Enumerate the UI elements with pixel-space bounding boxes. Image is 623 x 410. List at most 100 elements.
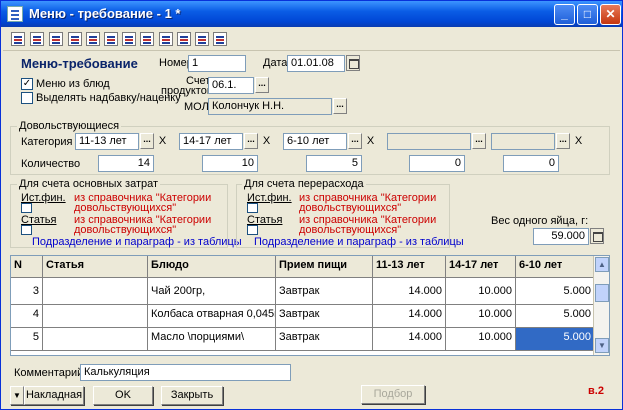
mol-select-button[interactable]: ... [333, 98, 347, 114]
table-cell-age-11-13[interactable]: 14.000 [373, 305, 446, 328]
help-icon[interactable] [195, 32, 209, 46]
overrun-note: Подразделение и параграф - из таблицы [254, 236, 464, 248]
category-select-button-1[interactable]: ... [140, 133, 154, 149]
table-cell-age-14-17[interactable]: 10.000 [446, 282, 516, 305]
scroll-up-icon[interactable]: ▲ [595, 257, 609, 272]
mol-field[interactable]: Колончук Н.Н. [208, 98, 332, 115]
allowances-group-title: Довольствующиеся [17, 120, 122, 132]
minimize-button[interactable]: _ [554, 4, 575, 25]
calculator-icon[interactable] [590, 228, 604, 244]
filter-icon[interactable] [213, 32, 227, 46]
category-select-button-5[interactable]: ... [556, 133, 570, 149]
close-window-button[interactable]: ✕ [600, 4, 621, 25]
sort-asc-icon[interactable] [159, 32, 173, 46]
table-scrollbar[interactable]: ▲ ▼ [593, 256, 609, 355]
table-cell-meal[interactable]: Завтрак [276, 282, 373, 305]
version-label: в.2 [588, 385, 604, 397]
table-cell-article[interactable] [43, 328, 148, 351]
column-header-dish[interactable]: Блюдо [148, 256, 276, 278]
category-select-button-4[interactable]: ... [472, 133, 486, 149]
main-source-checkbox[interactable] [21, 203, 32, 213]
table-cell-n[interactable]: 4 [11, 305, 43, 328]
invoice-dropdown-arrow[interactable]: ▼ [10, 386, 24, 405]
table-cell-meal[interactable]: Завтрак [276, 328, 373, 351]
date-field[interactable]: 01.01.08 [287, 55, 345, 72]
table-cell-article[interactable] [43, 305, 148, 328]
column-header-age-14-17[interactable]: 14-17 лет [446, 256, 516, 278]
number-field[interactable]: 1 [188, 55, 246, 72]
category-field-2[interactable]: 14-17 лет [179, 133, 243, 150]
scroll-thumb[interactable] [595, 284, 609, 302]
scroll-down-icon[interactable]: ▼ [595, 338, 609, 353]
new-doc-icon[interactable] [11, 32, 25, 46]
column-header-n[interactable]: N [11, 256, 43, 278]
main-source-text-2: довольствующихся" [74, 202, 177, 214]
table-cell-article[interactable] [43, 282, 148, 305]
table-cell-n[interactable]: 5 [11, 328, 43, 351]
category-field-4[interactable] [387, 133, 471, 150]
copy-doc-icon[interactable] [30, 32, 44, 46]
quantity-field-3[interactable]: 5 [306, 155, 362, 172]
category-clear-button-5[interactable]: X [573, 134, 584, 148]
table-cell-age-6-10[interactable]: 5.000 [516, 305, 595, 328]
menu-from-dishes-checkbox[interactable]: ✓ [21, 78, 33, 90]
maximize-button[interactable]: □ [577, 4, 598, 25]
title-bar[interactable]: Меню - требование - 1 * _ □ ✕ [1, 1, 622, 27]
report-icon[interactable] [122, 32, 136, 46]
main-article-checkbox[interactable] [21, 225, 32, 235]
egg-weight-label: Вес одного яйца, г: [491, 215, 589, 227]
quantity-field-2[interactable]: 10 [202, 155, 258, 172]
post-icon[interactable] [86, 32, 100, 46]
category-clear-button-1[interactable]: X [157, 134, 168, 148]
edit-doc-icon[interactable] [49, 32, 63, 46]
app-icon [7, 6, 23, 22]
delete-doc-icon[interactable] [68, 32, 82, 46]
table-cell-meal[interactable]: Завтрак [276, 305, 373, 328]
account-select-button[interactable]: ... [255, 77, 269, 93]
table-cell-age-6-10[interactable]: 5.000 [516, 282, 595, 305]
category-field-5[interactable] [491, 133, 555, 150]
items-table: N Статья Блюдо Прием пищи 11-13 лет 14-1… [10, 255, 610, 356]
toolbar [3, 29, 620, 51]
ok-button[interactable]: OK [93, 386, 153, 405]
quantity-field-1[interactable]: 14 [98, 155, 154, 172]
print-icon[interactable] [140, 32, 154, 46]
category-field-1[interactable]: 11-13 лет [75, 133, 139, 150]
table-cell-age-11-13[interactable]: 14.000 [373, 328, 446, 351]
table-cell-n[interactable]: 3 [11, 282, 43, 305]
selection-button[interactable]: Подбор [361, 385, 425, 404]
quantity-field-5[interactable]: 0 [503, 155, 559, 172]
category-clear-button-2[interactable]: X [261, 134, 272, 148]
category-field-3[interactable]: 6-10 лет [283, 133, 347, 150]
invoice-button[interactable]: Накладная [24, 386, 84, 405]
column-header-meal[interactable]: Прием пищи [276, 256, 373, 278]
table-cell-age-14-17[interactable]: 10.000 [446, 328, 516, 351]
table-cell-dish[interactable]: Чай 200гр, [148, 282, 276, 305]
column-header-article[interactable]: Статья [43, 256, 148, 278]
table-cell-age-11-13[interactable]: 14.000 [373, 282, 446, 305]
calendar-icon[interactable] [346, 55, 360, 71]
egg-weight-field[interactable]: 59.000 [533, 228, 589, 245]
main-costs-note: Подразделение и параграф - из таблицы [32, 236, 242, 248]
overrun-source-text-2: довольствующихся" [299, 202, 402, 214]
category-clear-button-3[interactable]: X [365, 134, 376, 148]
markup-checkbox[interactable] [21, 92, 33, 104]
overrun-article-checkbox[interactable] [247, 225, 258, 235]
column-header-age-11-13[interactable]: 11-13 лет [373, 256, 446, 278]
category-select-button-2[interactable]: ... [244, 133, 258, 149]
window-title: Меню - требование - 1 * [29, 6, 181, 21]
overrun-source-checkbox[interactable] [247, 203, 258, 213]
table-cell-dish[interactable]: Колбаса отварная 0,045гр [148, 305, 276, 328]
column-header-age-6-10[interactable]: 6-10 лет [516, 256, 595, 278]
main-costs-title: Для счета основных затрат [17, 178, 161, 190]
table-cell-dish[interactable]: Масло \порциями\ [148, 328, 276, 351]
close-button[interactable]: Закрыть [161, 386, 223, 405]
unpost-icon[interactable] [104, 32, 118, 46]
table-cell-age-14-17[interactable]: 10.000 [446, 305, 516, 328]
account-field[interactable]: 06.1. [208, 77, 254, 94]
sort-desc-icon[interactable] [177, 32, 191, 46]
category-select-button-3[interactable]: ... [348, 133, 362, 149]
quantity-field-4[interactable]: 0 [409, 155, 465, 172]
table-cell-age-6-10-selected[interactable]: 5.000 [516, 328, 595, 351]
comment-field[interactable]: Калькуляция [80, 364, 291, 381]
